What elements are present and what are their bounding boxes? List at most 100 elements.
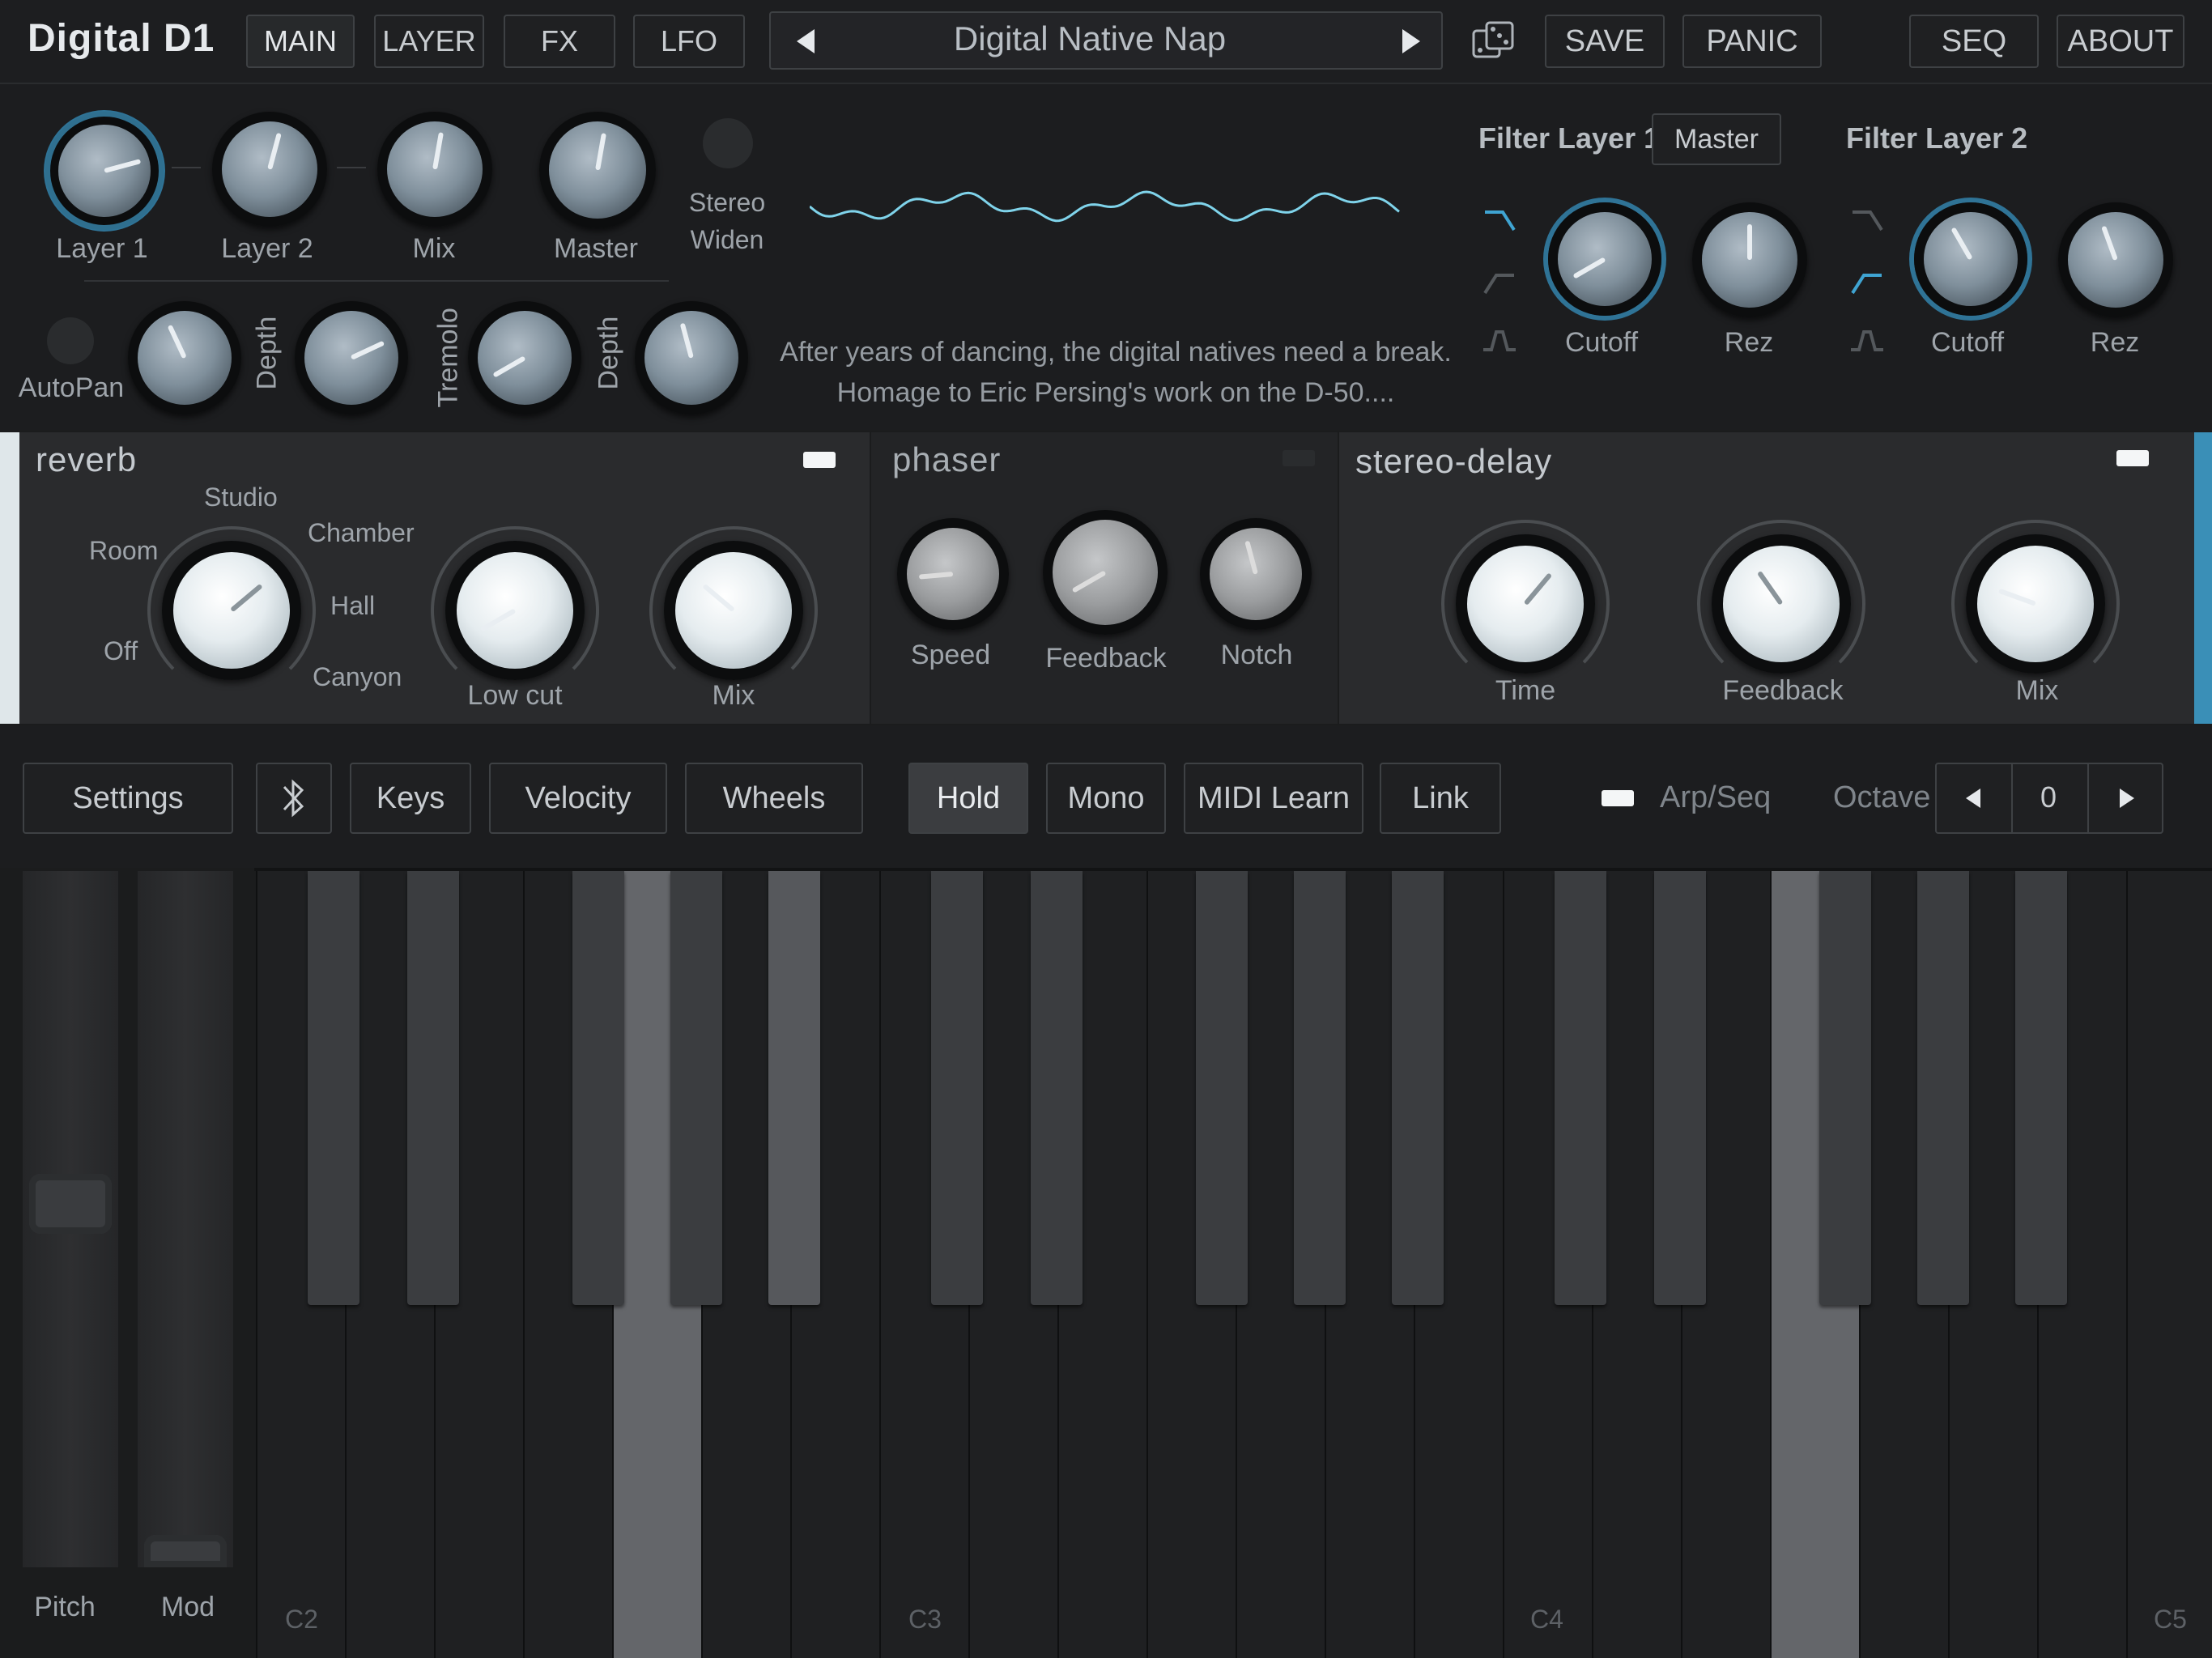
tab-layer[interactable]: LAYER	[374, 15, 484, 68]
layer1-knob[interactable]	[45, 112, 164, 230]
black-key[interactable]	[1391, 871, 1444, 1305]
pitch-wheel-handle[interactable]	[29, 1174, 112, 1234]
bandpass-filter-icon[interactable]	[1849, 329, 1885, 353]
hold-button[interactable]: Hold	[908, 763, 1028, 834]
filter2-cutoff-knob[interactable]	[1914, 202, 2027, 316]
white-key[interactable]	[1948, 871, 2037, 1658]
white-key[interactable]	[256, 871, 345, 1658]
filter1-rez-knob[interactable]	[1692, 202, 1807, 317]
white-key[interactable]	[790, 871, 879, 1658]
wheels-button[interactable]: Wheels	[685, 763, 863, 834]
phaser-enable-toggle[interactable]	[1283, 450, 1315, 466]
mix-knob[interactable]	[377, 112, 492, 227]
link-button[interactable]: Link	[1380, 763, 1501, 834]
highpass-filter-icon[interactable]	[1482, 272, 1517, 296]
reverb-mode-room[interactable]: Room	[89, 536, 158, 566]
tab-fx[interactable]: FX	[504, 15, 615, 68]
bluetooth-button[interactable]	[256, 763, 332, 834]
mod-wheel-handle[interactable]	[144, 1535, 227, 1567]
black-key[interactable]	[930, 871, 983, 1305]
pitch-wheel[interactable]	[23, 871, 118, 1567]
autopan-toggle[interactable]	[47, 317, 94, 364]
white-key[interactable]	[1236, 871, 1325, 1658]
prev-preset-button[interactable]	[785, 18, 834, 63]
delay-mix-knob[interactable]	[1966, 534, 2105, 674]
reverb-mode-off[interactable]: Off	[104, 636, 138, 666]
white-key[interactable]	[345, 871, 434, 1658]
delay-time-knob[interactable]	[1456, 534, 1595, 674]
reverb-enable-toggle[interactable]	[803, 452, 836, 468]
reverb-mode-hall[interactable]: Hall	[330, 591, 375, 621]
reverb-mode-knob[interactable]	[162, 541, 301, 680]
black-key[interactable]	[670, 871, 722, 1305]
tab-main[interactable]: MAIN	[246, 15, 355, 68]
keys-button[interactable]: Keys	[350, 763, 471, 834]
save-button[interactable]: SAVE	[1545, 15, 1665, 68]
black-key[interactable]	[307, 871, 359, 1305]
phaser-speed-knob[interactable]	[897, 518, 1009, 630]
white-key[interactable]	[1057, 871, 1146, 1658]
octave-down-button[interactable]	[1937, 764, 2013, 832]
panic-button[interactable]: PANIC	[1682, 15, 1822, 68]
autopan-rate-knob[interactable]	[128, 301, 241, 414]
layer2-knob[interactable]	[212, 112, 327, 227]
tremolo-rate-knob[interactable]	[468, 301, 581, 414]
autopan-depth-knob[interactable]	[295, 301, 408, 414]
arp-seq-toggle[interactable]	[1602, 790, 1634, 806]
settings-button[interactable]: Settings	[23, 763, 233, 834]
white-key[interactable]	[1325, 871, 1414, 1658]
white-key[interactable]	[1146, 871, 1236, 1658]
white-key[interactable]	[1592, 871, 1681, 1658]
reverb-lowcut-knob[interactable]	[445, 541, 585, 680]
mono-button[interactable]: Mono	[1046, 763, 1166, 834]
about-button[interactable]: ABOUT	[2057, 15, 2184, 68]
mod-wheel[interactable]	[138, 871, 233, 1567]
white-key[interactable]	[1503, 871, 1592, 1658]
white-key[interactable]	[2126, 871, 2212, 1658]
tab-lfo[interactable]: LFO	[633, 15, 745, 68]
black-key[interactable]	[1031, 871, 1083, 1305]
black-key[interactable]	[768, 871, 820, 1305]
white-key[interactable]	[434, 871, 523, 1658]
next-preset-button[interactable]	[1386, 18, 1435, 63]
master-knob[interactable]	[539, 112, 656, 228]
filter-master-button[interactable]: Master	[1652, 113, 1781, 165]
octave-up-button[interactable]	[2087, 764, 2163, 832]
white-key[interactable]	[879, 871, 968, 1658]
highpass-filter-icon[interactable]	[1849, 272, 1885, 296]
filter2-rez-knob[interactable]	[2058, 202, 2173, 317]
black-key[interactable]	[2014, 871, 2067, 1305]
white-key[interactable]	[523, 871, 612, 1658]
white-key[interactable]	[2037, 871, 2126, 1658]
white-key[interactable]	[1681, 871, 1770, 1658]
seq-button[interactable]: SEQ	[1909, 15, 2039, 68]
velocity-button[interactable]: Velocity	[489, 763, 667, 834]
white-key[interactable]	[612, 871, 701, 1658]
reverb-mode-canyon[interactable]: Canyon	[313, 662, 402, 692]
reverb-mode-studio[interactable]: Studio	[204, 483, 278, 512]
bandpass-filter-icon[interactable]	[1482, 329, 1517, 353]
stereo-widen-toggle[interactable]	[703, 118, 753, 168]
lowpass-filter-icon[interactable]	[1482, 209, 1517, 233]
phaser-notch-knob[interactable]	[1200, 518, 1312, 630]
black-key[interactable]	[1195, 871, 1248, 1305]
reverb-mode-chamber[interactable]: Chamber	[308, 518, 415, 548]
tremolo-depth-knob[interactable]	[635, 301, 748, 414]
stereo-delay-enable-toggle[interactable]	[2116, 450, 2149, 466]
preset-name[interactable]: Digital Native Nap	[954, 19, 1226, 58]
white-key[interactable]	[1414, 871, 1503, 1658]
white-key[interactable]	[968, 871, 1057, 1658]
filter1-cutoff-knob[interactable]	[1548, 202, 1661, 316]
white-key[interactable]	[701, 871, 790, 1658]
black-key[interactable]	[1654, 871, 1706, 1305]
black-key[interactable]	[1916, 871, 1969, 1305]
black-key[interactable]	[1293, 871, 1346, 1305]
lowpass-filter-icon[interactable]	[1849, 209, 1885, 233]
phaser-feedback-knob[interactable]	[1043, 510, 1168, 635]
black-key[interactable]	[1554, 871, 1606, 1305]
white-key[interactable]	[1859, 871, 1948, 1658]
delay-feedback-knob[interactable]	[1712, 534, 1851, 674]
white-key[interactable]	[1770, 871, 1859, 1658]
black-key[interactable]	[407, 871, 459, 1305]
midi-learn-button[interactable]: MIDI Learn	[1184, 763, 1363, 834]
